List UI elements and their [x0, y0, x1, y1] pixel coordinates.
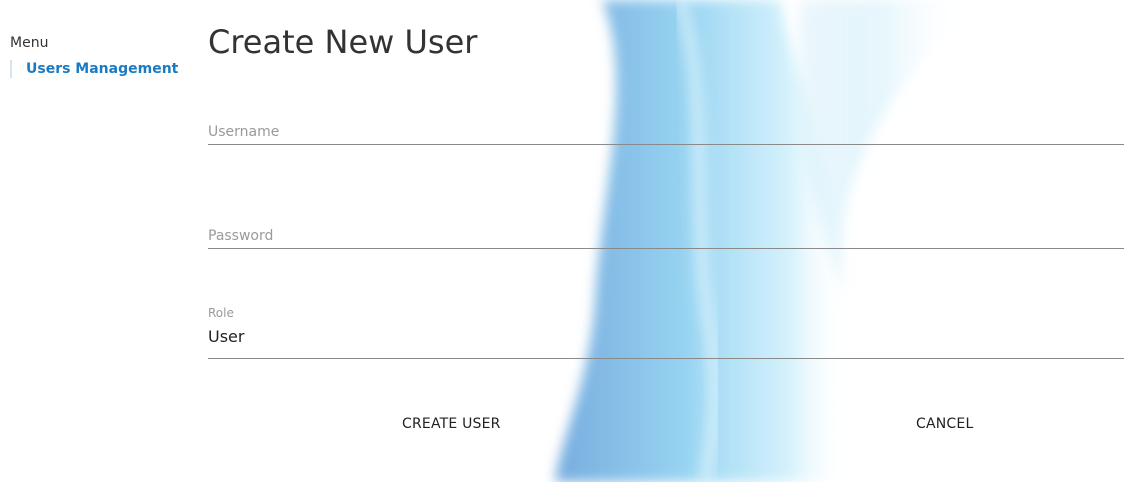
sidebar-item-users-management[interactable]: Users Management: [26, 60, 190, 78]
cancel-button[interactable]: CANCEL: [906, 412, 983, 436]
menu-list: Users Management: [10, 60, 190, 78]
password-input[interactable]: [208, 224, 1124, 248]
page-title: Create New User: [208, 23, 478, 61]
password-field: [208, 224, 1124, 249]
role-select[interactable]: User: [208, 326, 1124, 358]
create-user-button[interactable]: CREATE USER: [392, 412, 511, 436]
role-label: Role: [208, 306, 234, 320]
username-field: [208, 120, 1124, 145]
sidebar: Menu Users Management: [10, 34, 190, 78]
create-user-form: Create New User Role User CREATE USER CA…: [208, 20, 1124, 432]
username-input[interactable]: [208, 120, 1124, 144]
role-field: Role User: [208, 306, 1124, 359]
menu-title: Menu: [10, 35, 49, 51]
